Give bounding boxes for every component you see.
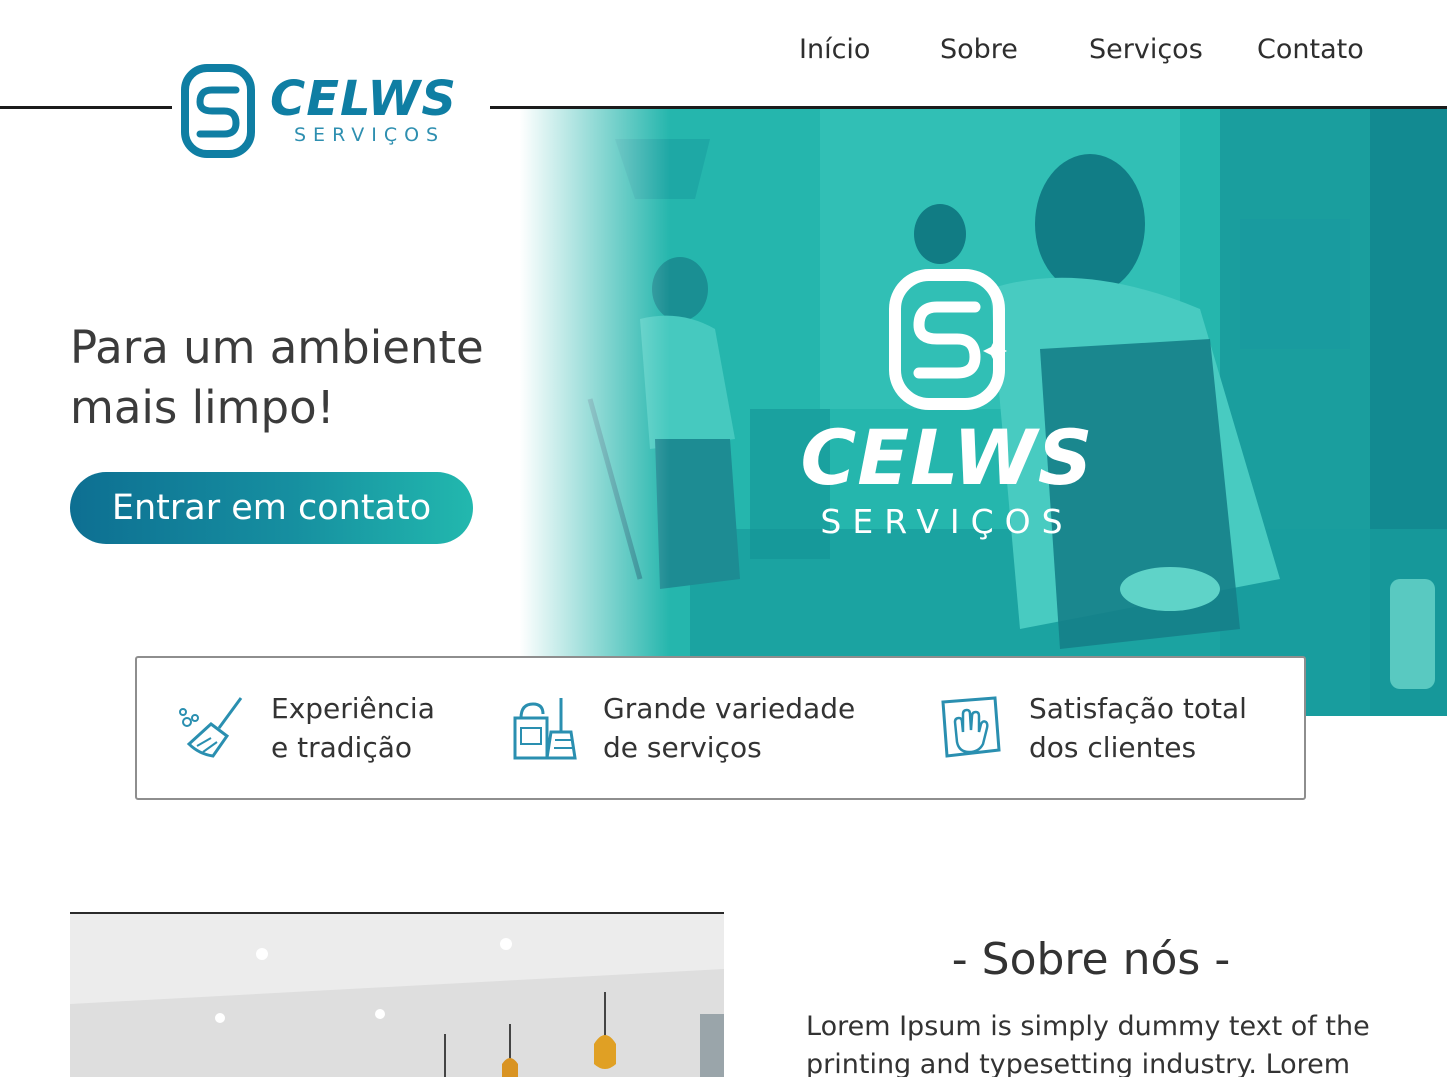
logo-subtitle: SERVIÇOS [294,124,446,146]
about-image [70,912,724,1077]
contact-button[interactable]: Entrar em contato [70,472,473,544]
about-title: - Sobre nós - [951,934,1231,985]
logo-name: CELWS [270,71,457,127]
about-body: Lorem Ipsum is simply dummy text of the … [806,1011,1370,1077]
cleaning-supplies-icon [513,698,577,760]
nav-item-servicos[interactable]: Serviços [1089,34,1203,65]
features-box: Experiência e tradição Grande variedade … [135,656,1306,800]
hero-image: CELWS SERVIÇOS [520,109,1447,716]
feature-item: Experiência e tradição [175,658,435,798]
interior-photo [70,914,724,1077]
feature-text: Experiência e tradição [271,692,435,764]
hero-title: Para um ambiente mais limpo! [70,321,484,434]
hero-brand-name: CELWS [800,413,1094,502]
site-logo[interactable]: CELWS SERVIÇOS [172,58,490,162]
nav-item-contato[interactable]: Contato [1257,34,1364,65]
feature-text: Grande variedade de serviços [603,692,856,764]
hero-brand-subtitle: SERVIÇOS [820,502,1074,541]
broom-icon [179,697,243,758]
hero-fade-overlay [520,109,670,716]
feature-item: Grande variedade de serviços [507,658,855,798]
feature-text: Satisfação total dos clientes [1029,692,1247,764]
brand-mark-icon [181,64,255,158]
feature-item: Satisfação total dos clientes [933,658,1247,798]
nav-item-inicio[interactable]: Início [799,34,870,65]
hand-wipe-icon [941,696,1001,758]
brand-mark-icon [889,269,1007,410]
nav-item-sobre[interactable]: Sobre [940,34,1018,65]
hero-brand-logo: CELWS SERVIÇOS [782,267,1112,541]
